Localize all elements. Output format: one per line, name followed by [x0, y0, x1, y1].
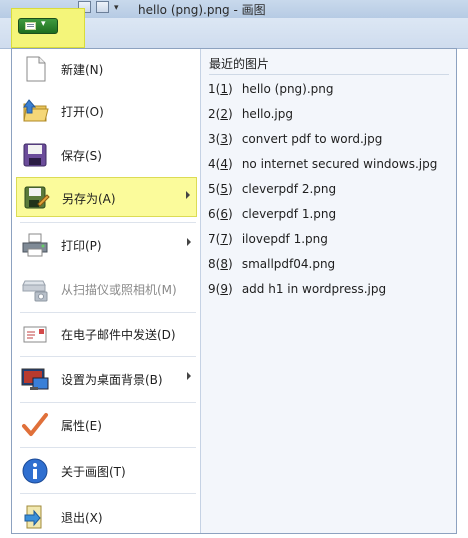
menu-item-send-email[interactable]: 在电子邮件中发送(D) [16, 314, 197, 354]
menu-item-open[interactable]: 打开(O) [16, 91, 197, 131]
menu-item-save[interactable]: 保存(S) [16, 135, 197, 175]
menu-separator [20, 447, 196, 448]
recent-file[interactable]: 6(6) cleverpdf 1.png [208, 207, 336, 221]
new-document-icon [26, 56, 46, 82]
recent-pictures-title: 最近的图片 [209, 57, 270, 71]
recent-pictures-pane: 最近的图片 1(1) hello (png).png 2(2) hello.jp… [201, 49, 456, 533]
app-menu-button[interactable]: ▾ [11, 8, 85, 48]
app-menu: 新建(N) 打开(O) 保存(S) 另存为(A) 打印(P) 从扫描仪或照相机(… [11, 48, 457, 534]
scanner-camera-icon [22, 280, 48, 302]
quick-access-customize-icon[interactable]: ▾ [114, 3, 119, 13]
quick-access-undo-icon[interactable] [96, 1, 109, 13]
menu-item-print[interactable]: 打印(P) [16, 225, 197, 265]
menu-item-exit[interactable]: 退出(X) [16, 497, 197, 537]
menu-separator [20, 493, 196, 494]
menu-separator [20, 222, 196, 223]
recent-file[interactable]: 2(2) hello.jpg [208, 107, 293, 121]
menu-separator [20, 312, 196, 313]
submenu-arrow-icon [187, 238, 191, 246]
chevron-down-icon: ▾ [41, 19, 46, 29]
checkmark-icon [22, 413, 48, 436]
menu-item-from-scanner[interactable]: 从扫描仪或照相机(M) [16, 269, 197, 309]
window-title: hello (png).png - 画图 [138, 3, 266, 17]
save-as-icon [24, 186, 50, 209]
open-folder-icon [23, 99, 49, 122]
paint-document-icon: ▾ [18, 18, 58, 34]
menu-item-save-as[interactable]: 另存为(A) [16, 177, 197, 217]
recent-file[interactable]: 3(3) convert pdf to word.jpg [208, 132, 382, 146]
recent-file[interactable]: 9(9) add h1 in wordpress.jpg [208, 282, 386, 296]
menu-separator [20, 402, 196, 403]
recent-file[interactable]: 5(5) cleverpdf 2.png [208, 182, 336, 196]
recent-file[interactable]: 4(4) no internet secured windows.jpg [208, 157, 437, 171]
menu-item-set-desktop-background[interactable]: 设置为桌面背景(B) [16, 359, 197, 399]
recent-file[interactable]: 7(7) ilovepdf 1.png [208, 232, 328, 246]
email-icon [23, 326, 47, 343]
printer-icon [22, 233, 48, 257]
menu-commands: 新建(N) 打开(O) 保存(S) 另存为(A) 打印(P) 从扫描仪或照相机(… [12, 49, 200, 535]
info-icon [22, 458, 48, 484]
recent-file[interactable]: 1(1) hello (png).png [208, 82, 334, 96]
desktop-background-icon [21, 368, 49, 390]
menu-item-new[interactable]: 新建(N) [16, 49, 197, 89]
menu-item-properties[interactable]: 属性(E) [16, 405, 197, 445]
menu-separator [20, 356, 196, 357]
menu-item-about-paint[interactable]: 关于画图(T) [16, 451, 197, 491]
exit-icon [24, 505, 42, 529]
submenu-arrow-icon [186, 191, 190, 199]
recent-title-separator [209, 74, 449, 75]
recent-file[interactable]: 8(8) smallpdf04.png [208, 257, 335, 271]
submenu-arrow-icon [187, 372, 191, 380]
save-disk-icon [23, 143, 47, 167]
